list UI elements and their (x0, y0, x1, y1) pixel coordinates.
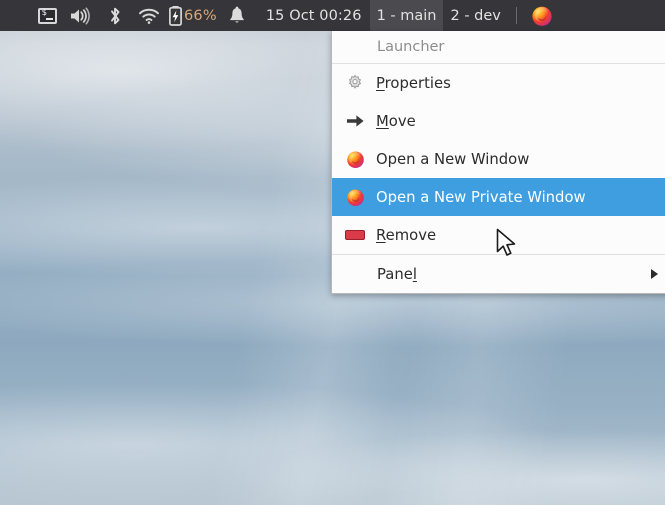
menu-item-label-open-new-window: Open a New Window (376, 150, 530, 168)
launcher-firefox-button[interactable] (527, 0, 557, 31)
top-panel: 66% 15 Oct 00:26 1 - main 2 - dev (0, 0, 665, 31)
menu-item-open-new-private-window[interactable]: Open a New Private Window (332, 178, 665, 216)
terminal-icon (37, 7, 57, 24)
menu-item-panel[interactable]: Panel (332, 255, 665, 293)
workspace-switcher: 1 - main 2 - dev (369, 0, 508, 31)
workspace-button-2[interactable]: 2 - dev (443, 0, 507, 31)
tray-item-battery[interactable]: 66% (166, 0, 220, 31)
gear-icon (342, 72, 368, 94)
menu-item-properties[interactable]: Properties (332, 64, 665, 102)
wifi-icon (139, 8, 159, 24)
tray-item-network[interactable] (132, 0, 166, 31)
arrow-right-icon (342, 110, 368, 132)
system-tray: 66% (30, 0, 254, 31)
battery-charging-icon (169, 6, 182, 26)
tray-item-terminal[interactable] (30, 0, 64, 31)
firefox-icon (342, 148, 368, 170)
tray-item-volume[interactable] (64, 0, 98, 31)
bell-icon (229, 6, 244, 23)
menu-item-open-new-window[interactable]: Open a New Window (332, 140, 665, 178)
menu-item-label-remove: Remove (376, 226, 437, 244)
firefox-icon (532, 6, 552, 26)
tray-item-notifications[interactable] (220, 0, 254, 31)
menu-item-move[interactable]: Move (332, 102, 665, 140)
bluetooth-icon (111, 7, 120, 24)
chevron-right-icon (651, 269, 658, 279)
battery-percent-label: 66% (184, 7, 217, 24)
firefox-icon (342, 186, 368, 208)
volume-icon (71, 6, 90, 25)
desktop-screen: 66% 15 Oct 00:26 1 - main 2 - dev (0, 0, 665, 505)
menu-item-remove[interactable]: Remove (332, 216, 665, 254)
menu-item-label-open-new-private-window: Open a New Private Window (376, 188, 586, 206)
menu-item-label-move: Move (376, 112, 416, 130)
tray-item-bluetooth[interactable] (98, 0, 132, 31)
workspace-button-1[interactable]: 1 - main (369, 0, 444, 31)
panel-separator (515, 7, 517, 24)
clock-label[interactable]: 15 Oct 00:26 (266, 8, 362, 24)
minus-bar-icon (342, 224, 368, 246)
context-menu-header: Launcher (332, 31, 665, 63)
launcher-context-menu: Launcher Properties Move Open a New Wind… (331, 31, 665, 294)
menu-item-label-panel: Panel (377, 265, 417, 283)
menu-item-label-properties: Properties (376, 74, 451, 92)
